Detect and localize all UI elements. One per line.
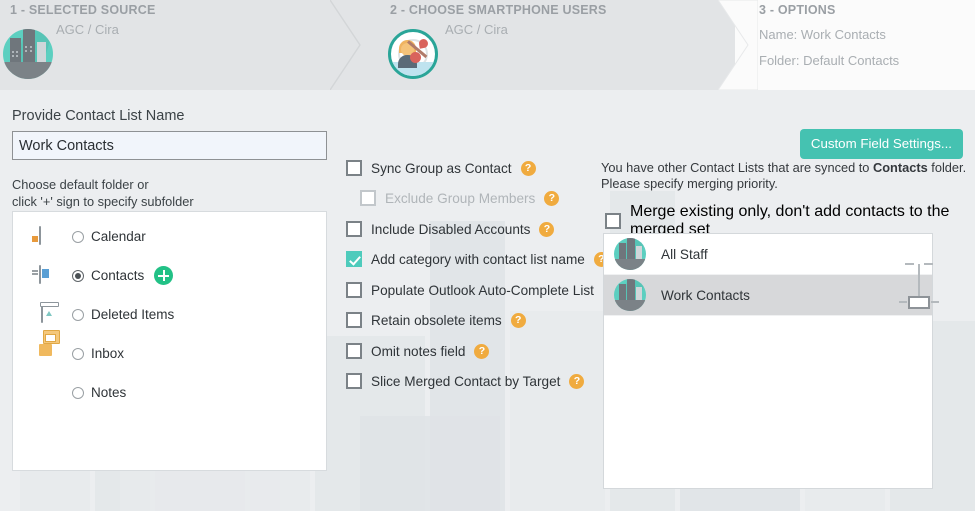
option-label-omit-notes-field: Omit notes field [371,343,466,359]
folder-row-deleted-items[interactable]: Deleted Items [13,295,326,334]
folder-label-calendar: Calendar [91,229,146,244]
help-icon-slice-merged-contact-by-target[interactable]: ? [569,373,585,389]
choose-folder-label-line1: Choose default folder or [12,177,149,192]
folder-radio-deleted-items[interactable] [72,308,84,321]
folder-row-notes[interactable]: Notes [13,373,326,412]
option-label-add-category-with-contact-list-name: Add category with contact list name [371,251,585,267]
checkbox-include-disabled-accounts[interactable] [346,221,362,237]
notes-icon [39,383,58,402]
merging-note-bold-folder: Contacts [872,160,928,175]
option-label-sync-group-as-contact: Sync Group as Contact [371,160,512,176]
option-omit-notes-field[interactable]: Omit notes field ? [346,343,490,359]
step-1-title: 1 - SELECTED SOURCE [10,3,156,17]
merging-note-prefix: You have other Contact Lists that are sy… [601,160,873,175]
choose-folder-label-line2: click '+' sign to specify subfolder [12,194,194,209]
merging-note-line2: Please specify merging priority. [601,175,778,191]
option-populate-outlook-auto-complete-list[interactable]: Populate Outlook Auto-Complete List ? [346,282,618,298]
inbox-icon [39,334,58,363]
checkbox-sync-group-as-contact[interactable] [346,160,362,176]
step-2-title: 2 - CHOOSE SMARTPHONE USERS [390,3,607,17]
folder-row-contacts[interactable]: Contacts [13,256,326,295]
city-icon [3,29,53,79]
priority-slider-tick-left [905,263,914,265]
choose-folder-label: Choose default folder or click '+' sign … [12,176,194,210]
wizard-step-header: 1 - SELECTED SOURCE AGC / Cira 2 - CHOOS… [0,0,975,90]
option-add-category-with-contact-list-name[interactable]: Add category with contact list name ? [346,251,609,267]
city-icon [614,279,646,311]
help-icon-sync-group-as-contact[interactable]: ? [520,160,536,176]
target-icon [388,29,438,79]
option-retain-obsolete-items[interactable]: Retain obsolete items ? [346,312,526,328]
folder-label-deleted-items: Deleted Items [91,307,175,322]
contacts-card-icon [39,265,58,285]
checkbox-populate-outlook-auto-complete-list[interactable] [346,282,362,298]
step-3-name-line: Name: Work Contacts [759,27,886,42]
list-item-label: All Staff [661,246,708,262]
step-1-selected-source[interactable]: 1 - SELECTED SOURCE AGC / Cira [0,0,345,90]
folder-row-calendar[interactable]: Calendar [13,217,326,256]
folder-label-notes: Notes [91,385,127,400]
checkbox-exclude-group-members [360,190,376,206]
city-icon [614,238,646,270]
step-1-subtitle: AGC / Cira [56,22,119,37]
list-item[interactable]: Work Contacts [604,275,932,316]
checkbox-merge-existing-only[interactable] [605,213,621,229]
checkbox-add-category-with-contact-list-name[interactable] [346,251,362,267]
option-label-populate-outlook-auto-complete-list: Populate Outlook Auto-Complete List [371,282,594,298]
checkbox-slice-merged-contact-by-target[interactable] [346,373,362,389]
option-exclude-group-members: Exclude Group Members ? [360,190,560,206]
priority-slider-knob[interactable] [908,296,930,309]
custom-field-settings-button[interactable]: Custom Field Settings... [799,129,963,159]
contact-list-name-label: Provide Contact List Name [12,108,185,124]
merging-priority-note: You have other Contact Lists that are sy… [601,160,971,191]
folder-radio-inbox[interactable] [72,347,84,360]
option-sync-group-as-contact[interactable]: Sync Group as Contact ? [346,160,536,176]
help-icon-include-disabled-accounts[interactable]: ? [539,221,555,237]
step-3-title: 3 - OPTIONS [759,3,836,17]
option-label-retain-obsolete-items: Retain obsolete items [371,312,502,328]
folder-radio-notes[interactable] [72,386,84,399]
default-folder-panel: Calendar Contacts Deleted Items Inbox No… [12,211,327,471]
priority-slider-tick-right [924,263,933,265]
priority-slider[interactable] [899,255,939,310]
step-3-folder-line: Folder: Default Contacts [759,53,900,68]
help-icon-retain-obsolete-items[interactable]: ? [510,312,526,328]
checkbox-retain-obsolete-items[interactable] [346,312,362,328]
folder-radio-contacts[interactable] [72,269,84,282]
calendar-icon [39,226,58,246]
contact-list-name-input[interactable] [12,131,327,160]
app-root: 1 - SELECTED SOURCE AGC / Cira 2 - CHOOS… [0,0,975,511]
step-2-subtitle: AGC / Cira [445,22,508,37]
step-3-options[interactable]: 3 - OPTIONS Name: Work Contacts Folder: … [735,0,975,90]
list-item[interactable]: All Staff [604,234,932,275]
trash-icon [39,304,58,324]
folder-label-inbox: Inbox [91,346,125,361]
folder-row-inbox[interactable]: Inbox [13,334,326,373]
folder-label-contacts: Contacts [91,268,145,283]
help-icon-exclude-group-members[interactable]: ? [544,190,560,206]
add-subfolder-plus-button[interactable] [154,266,174,285]
help-icon-omit-notes-field[interactable]: ? [474,343,490,359]
option-slice-merged-contact-by-target[interactable]: Slice Merged Contact by Target ? [346,373,585,389]
merging-note-suffix: folder. [927,160,967,175]
checkbox-omit-notes-field[interactable] [346,343,362,359]
option-label-include-disabled-accounts: Include Disabled Accounts [371,221,531,237]
option-include-disabled-accounts[interactable]: Include Disabled Accounts ? [346,221,555,237]
priority-slider-knob-tick-left [899,301,907,303]
priority-slider-knob-tick-right [931,301,939,303]
list-item-label: Work Contacts [661,287,750,303]
folder-radio-calendar[interactable] [72,230,84,243]
contact-lists-panel: All Staff Work Contacts [603,233,933,489]
option-label-slice-merged-contact-by-target: Slice Merged Contact by Target [371,373,561,389]
option-label-exclude-group-members: Exclude Group Members [385,190,536,206]
